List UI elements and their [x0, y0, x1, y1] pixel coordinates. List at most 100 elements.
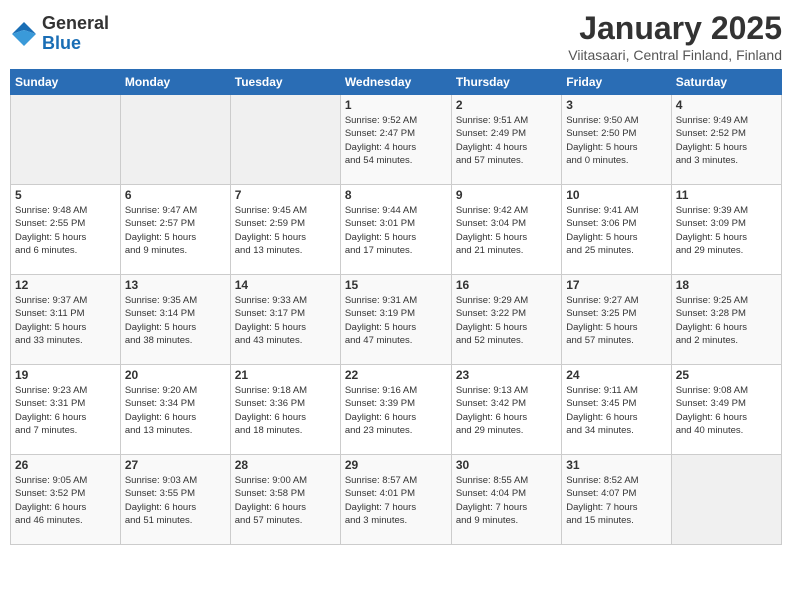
day-number: 30 [456, 458, 557, 472]
day-info: Sunrise: 9:18 AM Sunset: 3:36 PM Dayligh… [235, 384, 336, 437]
day-number: 25 [676, 368, 777, 382]
day-info: Sunrise: 9:35 AM Sunset: 3:14 PM Dayligh… [125, 294, 226, 347]
day-header-friday: Friday [562, 70, 671, 95]
day-info: Sunrise: 9:51 AM Sunset: 2:49 PM Dayligh… [456, 114, 557, 167]
calendar-cell: 25 Sunrise: 9:08 AM Sunset: 3:49 PM Dayli… [671, 365, 781, 455]
day-info: Sunrise: 9:03 AM Sunset: 3:55 PM Dayligh… [125, 474, 226, 527]
calendar-cell: 26 Sunrise: 9:05 AM Sunset: 3:52 PM Dayli… [11, 455, 121, 545]
calendar-cell: 10 Sunrise: 9:41 AM Sunset: 3:06 PM Dayli… [562, 185, 671, 275]
day-info: Sunrise: 9:42 AM Sunset: 3:04 PM Dayligh… [456, 204, 557, 257]
location-subtitle: Viitasaari, Central Finland, Finland [568, 47, 782, 63]
day-header-wednesday: Wednesday [340, 70, 451, 95]
calendar-cell: 2 Sunrise: 9:51 AM Sunset: 2:49 PM Daylig… [451, 95, 561, 185]
day-header-saturday: Saturday [671, 70, 781, 95]
day-number: 1 [345, 98, 447, 112]
calendar-cell: 27Sunrise: 9:03 AM Sunset: 3:55 PM Dayli… [120, 455, 230, 545]
day-info: Sunrise: 9:41 AM Sunset: 3:06 PM Dayligh… [566, 204, 666, 257]
day-info: Sunrise: 9:33 AM Sunset: 3:17 PM Dayligh… [235, 294, 336, 347]
calendar-cell [11, 95, 121, 185]
day-info: Sunrise: 9:00 AM Sunset: 3:58 PM Dayligh… [235, 474, 336, 527]
day-info: Sunrise: 9:11 AM Sunset: 3:45 PM Dayligh… [566, 384, 666, 437]
calendar-cell: 23 Sunrise: 9:13 AM Sunset: 3:42 PM Dayli… [451, 365, 561, 455]
day-info: Sunrise: 9:27 AM Sunset: 3:25 PM Dayligh… [566, 294, 666, 347]
day-info: Sunrise: 9:13 AM Sunset: 3:42 PM Dayligh… [456, 384, 557, 437]
day-info: Sunrise: 9:44 AM Sunset: 3:01 PM Dayligh… [345, 204, 447, 257]
calendar-cell: 14Sunrise: 9:33 AM Sunset: 3:17 PM Dayli… [230, 275, 340, 365]
day-info: Sunrise: 9:29 AM Sunset: 3:22 PM Dayligh… [456, 294, 557, 347]
calendar-cell: 6Sunrise: 9:47 AM Sunset: 2:57 PM Daylig… [120, 185, 230, 275]
calendar-cell: 15 Sunrise: 9:31 AM Sunset: 3:19 PM Dayli… [340, 275, 451, 365]
calendar-cell: 21 Sunrise: 9:18 AM Sunset: 3:36 PM Dayli… [230, 365, 340, 455]
calendar-cell: 9 Sunrise: 9:42 AM Sunset: 3:04 PM Daylig… [451, 185, 561, 275]
day-number: 6 [125, 188, 226, 202]
day-info: Sunrise: 9:25 AM Sunset: 3:28 PM Dayligh… [676, 294, 777, 347]
day-info: Sunrise: 9:08 AM Sunset: 3:49 PM Dayligh… [676, 384, 777, 437]
calendar-cell [671, 455, 781, 545]
day-number: 15 [345, 278, 447, 292]
calendar-cell: 11 Sunrise: 9:39 AM Sunset: 3:09 PM Dayli… [671, 185, 781, 275]
calendar-cell: 17 Sunrise: 9:27 AM Sunset: 3:25 PM Dayli… [562, 275, 671, 365]
day-number: 23 [456, 368, 557, 382]
day-number: 21 [235, 368, 336, 382]
day-header-sunday: Sunday [11, 70, 121, 95]
day-number: 10 [566, 188, 666, 202]
logo-blue-text: Blue [42, 34, 109, 54]
day-number: 18 [676, 278, 777, 292]
calendar-cell: 28 Sunrise: 9:00 AM Sunset: 3:58 PM Dayli… [230, 455, 340, 545]
day-number: 29 [345, 458, 447, 472]
day-number: 20 [125, 368, 226, 382]
logo-text: General Blue [42, 14, 109, 54]
day-number: 5 [15, 188, 116, 202]
calendar-cell: 16 Sunrise: 9:29 AM Sunset: 3:22 PM Dayli… [451, 275, 561, 365]
logo: General Blue [10, 14, 109, 54]
day-number: 26 [15, 458, 116, 472]
calendar-cell: 29 Sunrise: 8:57 AM Sunset: 4:01 PM Dayli… [340, 455, 451, 545]
day-number: 2 [456, 98, 557, 112]
day-number: 4 [676, 98, 777, 112]
day-header-monday: Monday [120, 70, 230, 95]
day-info: Sunrise: 9:39 AM Sunset: 3:09 PM Dayligh… [676, 204, 777, 257]
day-info: Sunrise: 9:37 AM Sunset: 3:11 PM Dayligh… [15, 294, 116, 347]
week-row: 26 Sunrise: 9:05 AM Sunset: 3:52 PM Dayli… [11, 455, 782, 545]
calendar-cell: 13 Sunrise: 9:35 AM Sunset: 3:14 PM Dayli… [120, 275, 230, 365]
calendar-cell: 4 Sunrise: 9:49 AM Sunset: 2:52 PM Daylig… [671, 95, 781, 185]
day-info: Sunrise: 9:49 AM Sunset: 2:52 PM Dayligh… [676, 114, 777, 167]
calendar-cell: 20 Sunrise: 9:20 AM Sunset: 3:34 PM Dayli… [120, 365, 230, 455]
logo-general-text: General [42, 14, 109, 34]
day-number: 9 [456, 188, 557, 202]
week-row: 5Sunrise: 9:48 AM Sunset: 2:55 PM Daylig… [11, 185, 782, 275]
calendar-table: SundayMondayTuesdayWednesdayThursdayFrid… [10, 69, 782, 545]
day-info: Sunrise: 9:45 AM Sunset: 2:59 PM Dayligh… [235, 204, 336, 257]
day-info: Sunrise: 8:57 AM Sunset: 4:01 PM Dayligh… [345, 474, 447, 527]
week-row: 12 Sunrise: 9:37 AM Sunset: 3:11 PM Dayli… [11, 275, 782, 365]
calendar-cell [120, 95, 230, 185]
day-info: Sunrise: 9:20 AM Sunset: 3:34 PM Dayligh… [125, 384, 226, 437]
calendar-cell: 1Sunrise: 9:52 AM Sunset: 2:47 PM Daylig… [340, 95, 451, 185]
calendar-cell: 7Sunrise: 9:45 AM Sunset: 2:59 PM Daylig… [230, 185, 340, 275]
week-row: 1Sunrise: 9:52 AM Sunset: 2:47 PM Daylig… [11, 95, 782, 185]
day-number: 24 [566, 368, 666, 382]
day-number: 11 [676, 188, 777, 202]
calendar-cell [230, 95, 340, 185]
calendar-cell: 24 Sunrise: 9:11 AM Sunset: 3:45 PM Dayli… [562, 365, 671, 455]
logo-icon [10, 20, 38, 48]
day-number: 16 [456, 278, 557, 292]
day-number: 28 [235, 458, 336, 472]
day-header-tuesday: Tuesday [230, 70, 340, 95]
calendar-cell: 3Sunrise: 9:50 AM Sunset: 2:50 PM Daylig… [562, 95, 671, 185]
day-number: 17 [566, 278, 666, 292]
day-number: 8 [345, 188, 447, 202]
day-info: Sunrise: 9:05 AM Sunset: 3:52 PM Dayligh… [15, 474, 116, 527]
calendar-cell: 22Sunrise: 9:16 AM Sunset: 3:39 PM Dayli… [340, 365, 451, 455]
week-row: 19Sunrise: 9:23 AM Sunset: 3:31 PM Dayli… [11, 365, 782, 455]
day-info: Sunrise: 9:16 AM Sunset: 3:39 PM Dayligh… [345, 384, 447, 437]
calendar-cell: 30 Sunrise: 8:55 AM Sunset: 4:04 PM Dayli… [451, 455, 561, 545]
day-number: 12 [15, 278, 116, 292]
page-header: General Blue January 2025 Viitasaari, Ce… [10, 10, 782, 63]
calendar-cell: 8 Sunrise: 9:44 AM Sunset: 3:01 PM Daylig… [340, 185, 451, 275]
day-header-thursday: Thursday [451, 70, 561, 95]
day-number: 13 [125, 278, 226, 292]
day-info: Sunrise: 9:31 AM Sunset: 3:19 PM Dayligh… [345, 294, 447, 347]
day-info: Sunrise: 9:50 AM Sunset: 2:50 PM Dayligh… [566, 114, 666, 167]
day-info: Sunrise: 8:55 AM Sunset: 4:04 PM Dayligh… [456, 474, 557, 527]
